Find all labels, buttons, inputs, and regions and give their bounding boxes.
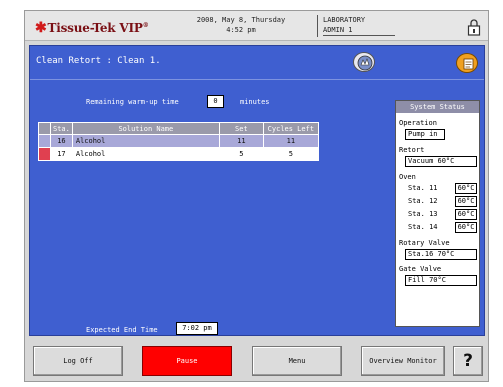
oven-station: Sta. 14 <box>408 223 438 231</box>
row-sta: 17 <box>50 147 73 161</box>
expected-end-label: Expected End Time <box>86 326 158 334</box>
user-text: ADMIN 1 <box>323 26 353 34</box>
warmup-label: Remaining warm-up time <box>86 98 179 106</box>
brand-logo: ✱Tissue-Tek VIP® <box>35 20 149 36</box>
solution-name-header: Solution Name <box>71 122 220 135</box>
oven-temp: 60°C <box>455 209 477 220</box>
oven-row: Sta. 14 60°C <box>396 222 481 233</box>
location-text: LABORATORY <box>323 16 366 24</box>
expected-end-value: 7:02 pm <box>176 322 218 335</box>
log-off-button[interactable]: Log Off <box>33 346 123 376</box>
logo-star-icon: ✱ <box>35 20 47 36</box>
help-button[interactable]: ? <box>453 346 483 376</box>
table-row[interactable]: 17 Alcohol 5 5 <box>38 147 319 161</box>
oven-station: Sta. 12 <box>408 197 438 205</box>
oven-station: Sta. 13 <box>408 210 438 218</box>
retort-value: Vacuum 60°C <box>405 156 477 167</box>
row-cycles-left: 5 <box>262 147 319 161</box>
lock-icon[interactable] <box>467 18 481 36</box>
operation-value: Pump in <box>405 129 445 140</box>
document-icon <box>463 58 474 70</box>
oven-temp: 60°C <box>455 222 477 233</box>
row-marker <box>38 134 51 148</box>
overview-monitor-button[interactable]: Overview Monitor <box>361 346 445 376</box>
app-window: ✱Tissue-Tek VIP® 2008, May 8, Thursday 4… <box>24 10 489 382</box>
row-set: 5 <box>218 147 264 161</box>
oven-row: Sta. 11 60°C <box>396 183 481 194</box>
manual-hand-button[interactable] <box>353 52 375 72</box>
header-bar: ✱Tissue-Tek VIP® 2008, May 8, Thursday 4… <box>25 11 488 41</box>
retort-label: Retort <box>399 146 425 154</box>
pause-button[interactable]: Pause <box>142 346 232 376</box>
system-status-panel: System Status Operation Pump in Retort V… <box>395 100 480 327</box>
user-info: LABORATORY ADMIN 1 <box>323 15 365 35</box>
date-time: 2008, May 8, Thursday 4:52 pm <box>195 15 287 35</box>
row-cycles-left: 11 <box>262 134 319 148</box>
next-step-button[interactable] <box>456 53 478 73</box>
selector-header <box>38 122 51 135</box>
row-solution-name: Alcohol <box>71 134 220 148</box>
hand-icon <box>357 55 373 71</box>
row-set: 11 <box>218 134 264 148</box>
date-text: 2008, May 8, Thursday <box>196 16 286 24</box>
set-header: Set <box>218 122 264 135</box>
sta-header: Sta. <box>50 122 73 135</box>
oven-row: Sta. 13 60°C <box>396 209 481 220</box>
warmup-value: 0 <box>207 95 224 108</box>
bottom-button-bar: Log Off Pause Menu Overview Monitor ? <box>25 340 488 381</box>
table-header-row: Sta. Solution Name Set Cycles Left <box>38 122 319 135</box>
cycles-left-header: Cycles Left <box>262 122 319 135</box>
solution-table: Sta. Solution Name Set Cycles Left 16 Al… <box>38 122 319 161</box>
main-panel: Clean Retort : Clean 1. Remaining warm-u… <box>29 45 485 336</box>
rotary-valve-label: Rotary Valve <box>399 239 450 247</box>
oven-station: Sta. 11 <box>408 184 438 192</box>
row-marker <box>38 147 51 161</box>
rotary-valve-value: Sta.16 70°C <box>405 249 477 260</box>
oven-row: Sta. 12 60°C <box>396 196 481 207</box>
gate-valve-value: Fill 70°C <box>405 275 477 286</box>
page-title: Clean Retort : Clean 1. <box>36 56 161 66</box>
gate-valve-label: Gate Valve <box>399 265 442 273</box>
user-underline <box>323 35 395 36</box>
title-divider <box>30 79 484 80</box>
warmup-unit: minutes <box>240 98 270 106</box>
system-status-title: System Status <box>396 101 479 113</box>
oven-temp: 60°C <box>455 183 477 194</box>
row-solution-name: Alcohol <box>71 147 220 161</box>
row-sta: 16 <box>50 134 73 148</box>
table-row[interactable]: 16 Alcohol 11 11 <box>38 134 319 148</box>
menu-button[interactable]: Menu <box>252 346 342 376</box>
time-text: 4:52 pm <box>226 26 256 34</box>
header-divider <box>317 15 318 37</box>
oven-temp: 60°C <box>455 196 477 207</box>
operation-label: Operation <box>399 119 437 127</box>
oven-label: Oven <box>399 173 416 181</box>
logo-text: Tissue-Tek VIP <box>47 21 143 35</box>
